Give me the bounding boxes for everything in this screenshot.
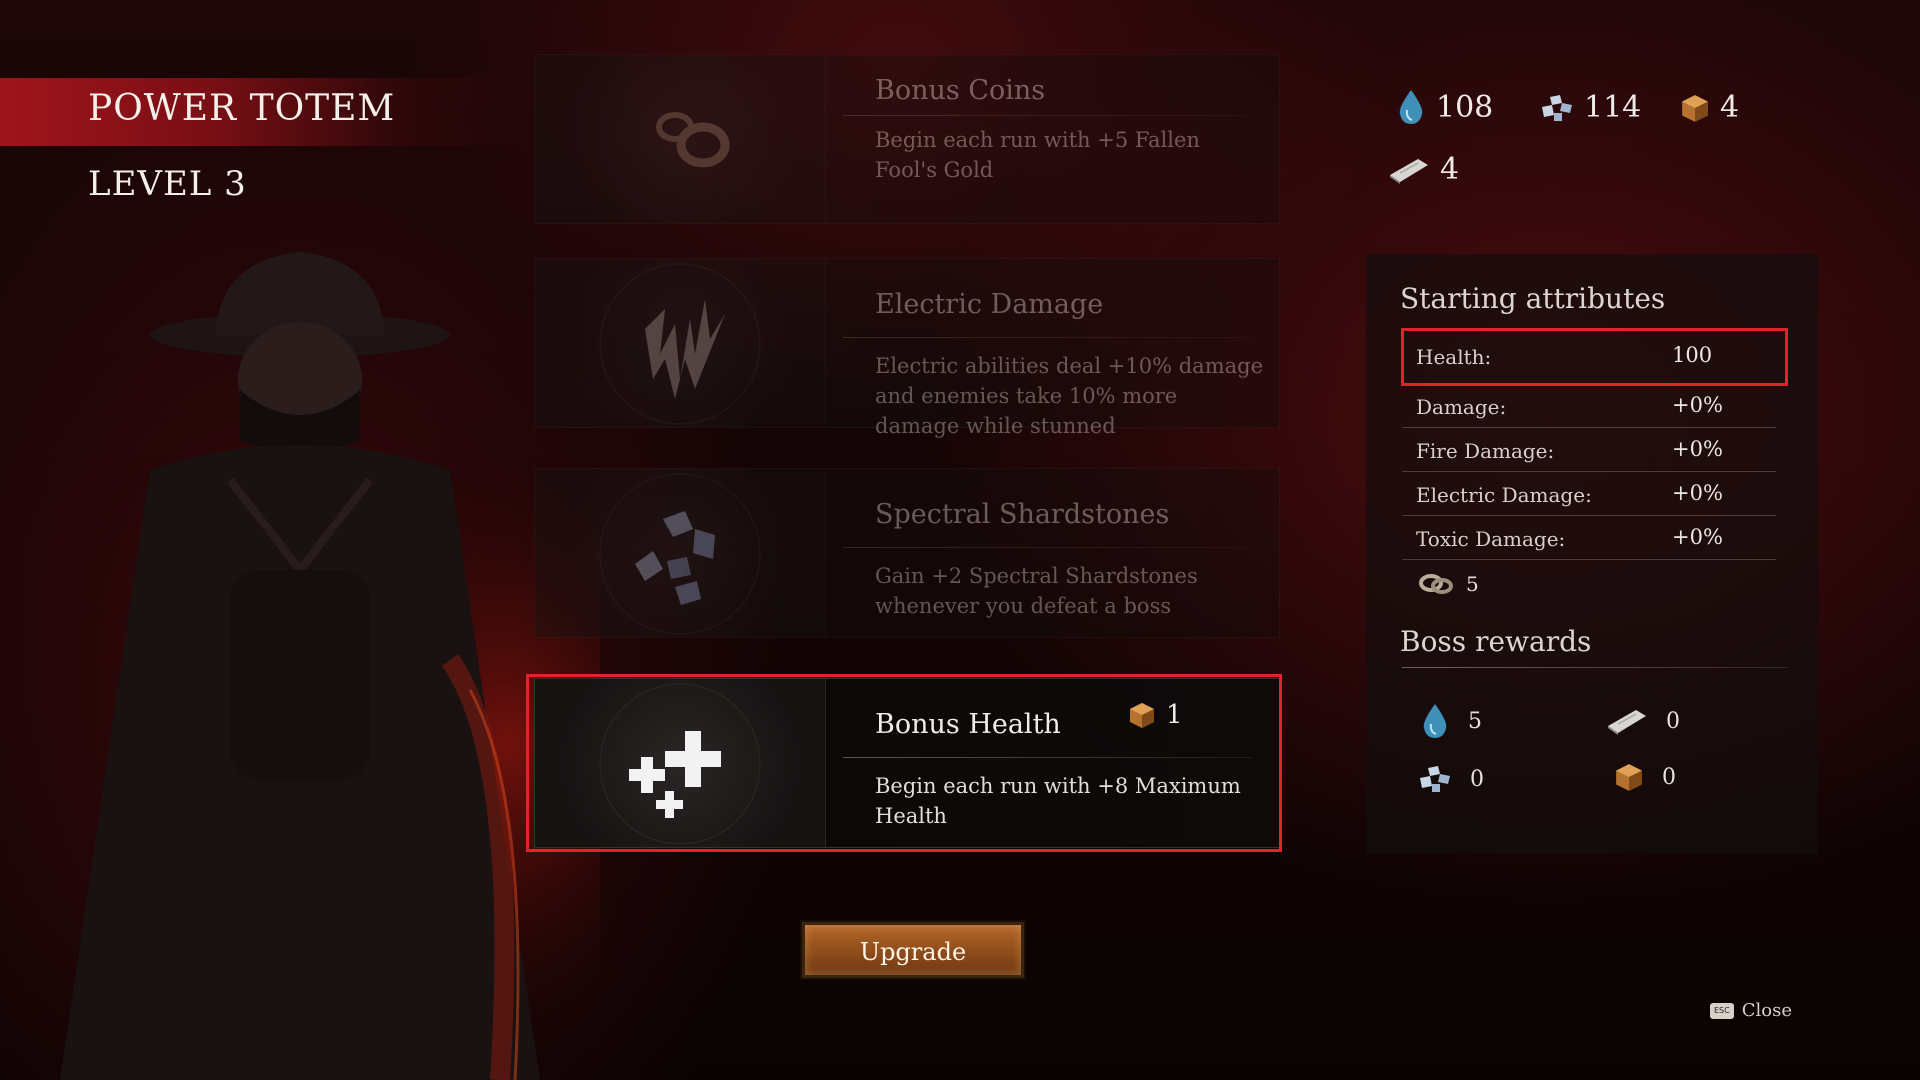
boss-reward-value: 0 bbox=[1470, 766, 1484, 792]
boss-reward-chest: 0 bbox=[1614, 762, 1676, 792]
perk-name: Bonus Coins bbox=[875, 75, 1046, 106]
boss-rewards-heading: Boss rewards bbox=[1400, 625, 1592, 658]
perk-cost-value: 1 bbox=[1166, 700, 1183, 730]
health-cross-icon bbox=[535, 679, 826, 847]
coin-icon bbox=[535, 55, 826, 223]
perk-cost: 1 bbox=[1128, 700, 1183, 730]
currency-scroll-value: 4 bbox=[1440, 152, 1460, 187]
currency-water-value: 108 bbox=[1436, 89, 1494, 125]
treasure-box-icon bbox=[1682, 94, 1708, 122]
attribute-value: +0% bbox=[1672, 481, 1723, 505]
perk-name: Electric Damage bbox=[875, 289, 1104, 320]
perk-card-electric-damage[interactable]: Electric Damage Electric abilities deal … bbox=[534, 258, 1280, 438]
treasure-box-icon bbox=[1130, 703, 1154, 728]
health-highlight bbox=[1401, 328, 1788, 386]
perk-description: Begin each run with +8 Maximum Health bbox=[875, 774, 1241, 828]
attribute-row-damage: Damage: +0% bbox=[1402, 383, 1776, 428]
perk-divider bbox=[843, 547, 1253, 548]
shardstone-icon bbox=[1542, 94, 1572, 121]
boss-reward-scroll: 0 bbox=[1606, 706, 1680, 736]
currency-water: 108 bbox=[1396, 88, 1493, 126]
attribute-value: +0% bbox=[1672, 437, 1723, 461]
boss-rewards-divider bbox=[1402, 667, 1788, 668]
attribute-value: +0% bbox=[1672, 393, 1723, 417]
perk-divider bbox=[843, 757, 1253, 758]
perk-divider bbox=[843, 337, 1253, 338]
perk-divider bbox=[843, 115, 1253, 116]
treasure-box-icon bbox=[1616, 764, 1642, 791]
attribute-row-electric-damage: Electric Damage: +0% bbox=[1402, 471, 1776, 516]
water-drop-icon bbox=[1423, 704, 1447, 738]
close-button[interactable]: ESC Close bbox=[1710, 1000, 1792, 1021]
perk-description: Electric abilities deal +10% damage and … bbox=[875, 354, 1264, 438]
water-drop-icon bbox=[1399, 90, 1423, 124]
perk-name: Spectral Shardstones bbox=[875, 499, 1170, 530]
shardstone-icon bbox=[1420, 766, 1450, 792]
page-title: POWER TOTEM bbox=[88, 88, 396, 129]
currency-shards-value: 114 bbox=[1584, 90, 1642, 125]
attribute-row-fire-damage: Fire Damage: +0% bbox=[1402, 427, 1776, 472]
scroll-icon bbox=[1390, 158, 1428, 184]
boss-reward-value: 0 bbox=[1662, 764, 1676, 790]
attribute-value: +0% bbox=[1672, 525, 1723, 549]
attribute-label: Damage: bbox=[1416, 395, 1507, 419]
currency-scroll: 4 bbox=[1388, 152, 1459, 187]
esc-key-icon: ESC bbox=[1710, 1002, 1734, 1019]
attribute-label: Electric Damage: bbox=[1416, 483, 1592, 507]
currency-shards: 114 bbox=[1540, 90, 1641, 125]
coins-row: 5 bbox=[1418, 572, 1479, 596]
coin-icon bbox=[1419, 574, 1453, 594]
boss-reward-value: 0 bbox=[1666, 708, 1680, 734]
attribute-label: Fire Damage: bbox=[1416, 439, 1555, 463]
scroll-icon bbox=[1608, 710, 1646, 735]
perk-name: Bonus Health bbox=[875, 709, 1061, 740]
character-art bbox=[0, 240, 600, 1080]
perk-card-spectral-shardstones[interactable]: Spectral Shardstones Gain +2 Spectral Sh… bbox=[534, 468, 1280, 638]
perk-description: Gain +2 Spectral Shardstones whenever yo… bbox=[875, 564, 1198, 618]
boss-reward-value: 5 bbox=[1468, 708, 1482, 734]
currency-chest-value: 4 bbox=[1720, 90, 1740, 125]
upgrade-button[interactable]: Upgrade bbox=[802, 922, 1024, 978]
attributes-heading: Starting attributes bbox=[1400, 282, 1666, 315]
perk-description: Begin each run with +5 Fallen Fool's Gol… bbox=[875, 128, 1200, 182]
coins-value: 5 bbox=[1466, 572, 1479, 596]
perk-card-bonus-coins[interactable]: Bonus Coins Begin each run with +5 Falle… bbox=[534, 54, 1280, 224]
attribute-row-toxic-damage: Toxic Damage: +0% bbox=[1402, 515, 1776, 560]
level-label: LEVEL 3 bbox=[88, 164, 247, 204]
currency-chest: 4 bbox=[1680, 90, 1739, 125]
close-label: Close bbox=[1741, 1000, 1792, 1021]
lightning-icon bbox=[535, 259, 826, 427]
boss-reward-water: 5 bbox=[1420, 702, 1482, 740]
attribute-label: Toxic Damage: bbox=[1416, 527, 1566, 551]
shardstone-icon bbox=[535, 469, 826, 637]
boss-reward-shards: 0 bbox=[1418, 764, 1484, 794]
